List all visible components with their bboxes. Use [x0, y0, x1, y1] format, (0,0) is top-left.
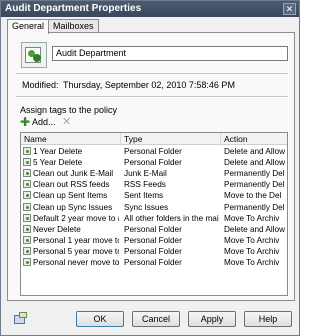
table-header: Name Type Action — [21, 133, 287, 145]
row-name: Personal 1 year move to ... — [33, 235, 119, 245]
assign-tags-label: Assign tags to the policy — [20, 105, 118, 115]
row-action: Permanently Del — [224, 202, 285, 212]
row-name: Clean up Sync Issues — [33, 202, 113, 212]
retention-tag-icon — [23, 147, 31, 155]
table-row[interactable]: Clean up Sent Items Sent Items Move to the… — [21, 190, 287, 201]
row-action: Permanently Del — [224, 180, 285, 190]
row-type: RSS Feeds — [124, 180, 166, 190]
modified-value: Thursday, September 02, 2010 7:58:46 PM — [63, 80, 235, 90]
row-action: Move to the Del — [224, 191, 282, 201]
table-row[interactable]: Clean up Sync Issues Sync Issues Permanent… — [21, 202, 287, 213]
row-name: 1 Year Delete — [33, 147, 83, 156]
row-type: Sent Items — [124, 191, 164, 201]
table-body: 1 Year Delete Personal Folder Delete and A… — [21, 146, 287, 295]
retention-tag-icon — [23, 169, 31, 178]
general-panel: Audit Department Modified: Thursday, Sep… — [7, 32, 295, 301]
row-type: Personal Folder — [124, 246, 182, 256]
table-row[interactable]: Default 2 year move to a... All other fol… — [21, 213, 287, 224]
table-row[interactable]: Personal 5 year move to ... Personal Fold… — [21, 246, 287, 257]
row-name-cell: 1 Year Delete — [23, 146, 119, 157]
policy-group-icon — [21, 42, 47, 68]
tags-table: Name Type Action 1 Year Delete Personal F… — [20, 132, 288, 296]
table-row[interactable]: Clean out RSS feeds RSS Feeds Permanently … — [21, 179, 287, 190]
column-header-action[interactable]: Action — [221, 133, 287, 145]
row-name: Personal 5 year move to ... — [33, 246, 119, 256]
table-row[interactable]: Personal 1 year move to ... Personal Fold… — [21, 235, 287, 246]
row-type: Personal Folder — [124, 147, 182, 156]
plus-icon: ✚ — [20, 115, 31, 129]
row-type: Personal Folder — [124, 224, 182, 234]
close-icon[interactable]: ✕ — [283, 3, 296, 15]
properties-dialog: Audit Department Properties ✕ General Ma… — [0, 0, 300, 336]
row-type: Personal Folder — [124, 158, 182, 168]
add-label: Add... — [32, 117, 56, 127]
row-action: Delete and Allow — [224, 224, 285, 234]
retention-tag-icon — [23, 180, 31, 189]
row-name-cell: Personal never move to ... — [23, 257, 119, 268]
row-name: Never Delete — [33, 224, 81, 234]
row-action: Permanently Del — [224, 169, 285, 179]
retention-tag-icon — [23, 202, 31, 211]
row-type: Junk E-Mail — [124, 169, 167, 179]
row-name-cell: Clean out RSS feeds — [23, 179, 119, 190]
table-row[interactable]: 1 Year Delete Personal Folder Delete and A… — [21, 146, 287, 157]
retention-tag-icon — [23, 235, 31, 244]
help-context-icon — [14, 312, 28, 326]
divider — [16, 73, 288, 74]
retention-tag-icon — [23, 258, 31, 266]
row-type: Personal Folder — [124, 258, 182, 267]
row-action: Move To Archiv — [224, 246, 280, 256]
policy-name-input[interactable]: Audit Department — [52, 46, 288, 61]
row-name-cell: Default 2 year move to a... — [23, 213, 119, 224]
table-row[interactable]: Clean out Junk E-Mail Junk E-Mail Permanen… — [21, 168, 287, 179]
row-name: 5 Year Delete — [33, 158, 83, 168]
row-name-cell: Personal 5 year move to ... — [23, 246, 119, 257]
row-name-cell: Personal 1 year move to ... — [23, 235, 119, 246]
column-header-type[interactable]: Type — [121, 133, 221, 145]
row-type: Sync Issues — [124, 202, 169, 212]
row-name: Clean up Sent Items — [33, 191, 108, 201]
row-name-cell: Clean up Sync Issues — [23, 202, 119, 213]
tab-mailboxes[interactable]: Mailboxes — [48, 19, 99, 33]
retention-tag-icon — [23, 246, 31, 255]
row-name-cell: 5 Year Delete — [23, 157, 119, 168]
row-name: Clean out RSS feeds — [33, 180, 110, 190]
modified-label: Modified: — [22, 80, 59, 90]
table-row[interactable]: Personal never move to ... Personal Folde… — [21, 257, 287, 268]
divider — [16, 96, 288, 97]
row-name-cell: Clean up Sent Items — [23, 190, 119, 201]
row-action: Move To Archiv — [224, 235, 280, 245]
cancel-button[interactable]: Cancel — [132, 311, 180, 327]
row-name: Personal never move to ... — [33, 258, 119, 267]
row-type: Personal Folder — [124, 235, 182, 245]
row-name: Default 2 year move to a... — [33, 213, 119, 223]
retention-tag-icon — [23, 191, 31, 200]
retention-tag-icon — [23, 158, 31, 167]
row-action: Delete and Allow — [224, 147, 285, 156]
remove-tag-x-icon[interactable]: ✕ — [62, 116, 72, 128]
window-title: Audit Department Properties — [5, 3, 142, 14]
tab-general[interactable]: General — [7, 19, 50, 34]
column-header-name[interactable]: Name — [21, 133, 121, 145]
table-row[interactable]: Never Delete Personal Folder Delete and Al… — [21, 224, 287, 235]
row-name-cell: Never Delete — [23, 224, 119, 235]
title-bar: Audit Department Properties ✕ — [1, 1, 299, 17]
row-action: Move To Archiv — [224, 258, 280, 267]
row-name: Clean out Junk E-Mail — [33, 169, 114, 179]
ok-button[interactable]: OK — [76, 311, 124, 327]
help-button[interactable]: Help — [244, 311, 292, 327]
retention-tag-icon — [23, 213, 31, 222]
apply-button[interactable]: Apply — [188, 311, 236, 327]
row-action: Delete and Allow — [224, 158, 285, 168]
add-tag-button[interactable]: ✚ Add... — [20, 116, 56, 129]
row-type: All other folders in the mailb... — [124, 213, 219, 223]
retention-tag-icon — [23, 224, 31, 233]
table-row[interactable]: 5 Year Delete Personal Folder Delete and A… — [21, 157, 287, 168]
row-name-cell: Clean out Junk E-Mail — [23, 168, 119, 179]
row-action: Move To Archiv — [224, 213, 280, 223]
